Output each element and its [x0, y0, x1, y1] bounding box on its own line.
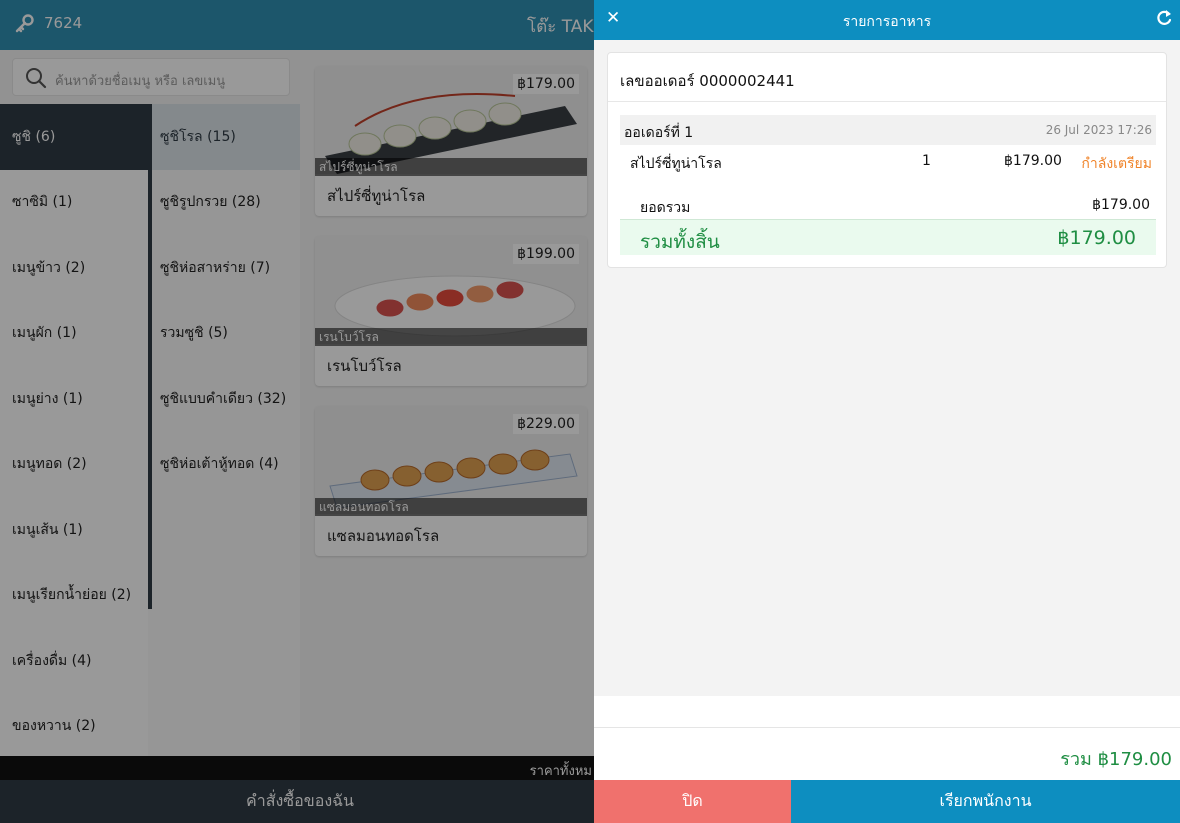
- item-status: กำลังเตรียม: [1081, 156, 1152, 172]
- order-panel: ✕ รายการอาหาร เลขออเดอร์ 0000002441 ออเด…: [594, 0, 1180, 823]
- divider: [608, 101, 1166, 102]
- order-subheader: ออเดอร์ที่ 1 26 Jul 2023 17:26: [620, 115, 1156, 145]
- order-date: 26 Jul 2023 17:26: [1045, 123, 1152, 137]
- subtotal-label: ยอดรวม: [640, 200, 691, 216]
- order-line-item: สไปร์ซี่ทูน่าโรล 1 ฿179.00 กำลังเตรียม: [620, 153, 1156, 175]
- panel-header: ✕ รายการอาหาร: [594, 0, 1180, 40]
- divider: [594, 727, 1180, 728]
- close-button[interactable]: ปิด: [594, 780, 791, 823]
- item-qty: 1: [922, 153, 931, 169]
- item-name: สไปร์ซี่ทูน่าโรล: [630, 156, 722, 172]
- grand-total-row: รวมทั้งสิ้น ฿179.00: [620, 219, 1156, 255]
- item-price: ฿179.00: [1004, 153, 1062, 169]
- subtotal-row: ยอดรวม ฿179.00: [620, 197, 1156, 219]
- call-staff-button[interactable]: เรียกพนักงาน: [791, 780, 1180, 823]
- order-label: ออเดอร์ที่ 1: [624, 125, 694, 141]
- order-number: เลขออเดอร์ 0000002441: [620, 72, 795, 90]
- panel-footer: รวม ฿179.00: [594, 696, 1180, 780]
- footer-total: รวม ฿179.00: [1060, 749, 1172, 770]
- refresh-icon[interactable]: [1154, 8, 1174, 28]
- grand-total-value: ฿179.00: [1057, 227, 1136, 249]
- order-card: เลขออเดอร์ 0000002441 ออเดอร์ที่ 1 26 Ju…: [607, 52, 1167, 268]
- subtotal-value: ฿179.00: [1092, 197, 1150, 213]
- panel-title: รายการอาหาร: [842, 14, 932, 30]
- grand-total-label: รวมทั้งสิ้น: [640, 231, 720, 253]
